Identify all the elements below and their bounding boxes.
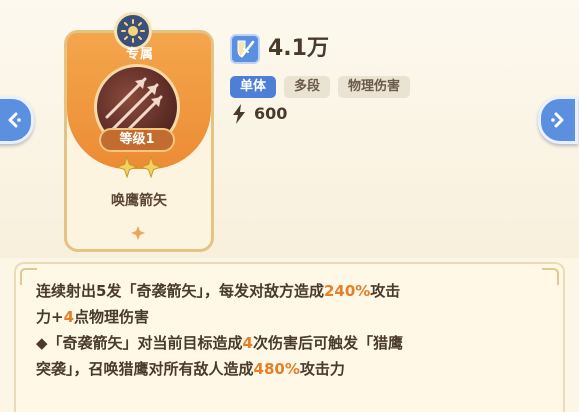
- hit-count: 4: [242, 334, 253, 352]
- description-line-4: 突袭」，召唤猎鹰对所有敌人造成480%攻击力: [36, 360, 345, 378]
- star-icon: [140, 156, 162, 178]
- chevron-right-icon: [551, 112, 564, 128]
- exclusive-label: 专属: [125, 47, 154, 62]
- damage-percent: 240%: [323, 282, 371, 300]
- tag-multi-hit: 多段: [284, 76, 331, 98]
- description-line-2: 力+4点物理伤害: [36, 308, 150, 326]
- tag-single-target: 单体: [230, 76, 277, 98]
- next-skill-button[interactable]: [538, 96, 578, 144]
- star-icon: [116, 156, 138, 178]
- lightning-icon: [233, 104, 245, 124]
- skill-name: 唤鹰箭矢: [111, 193, 167, 209]
- bonus-damage: 4: [63, 308, 75, 326]
- energy-cost: 600: [254, 104, 288, 123]
- skill-tags: 单体 多段 物理伤害: [230, 76, 411, 98]
- description-line-3: ◆「奇袭箭矢」对当前目标造成4次伤害后可触发「猎鹰: [36, 334, 403, 352]
- description-line-1: 连续射出5发「奇袭箭矢」，每发对敌方造成240%攻击: [36, 282, 401, 300]
- sword-shield-icon: [230, 34, 260, 64]
- damage-value: 4.1万: [268, 36, 329, 61]
- skill-description: 连续射出5发「奇袭箭矢」，每发对敌方造成240%攻击 力+4点物理伤害 ◆「奇袭…: [36, 278, 556, 382]
- chevron-left-icon: [8, 112, 21, 128]
- level-badge: 等级1: [99, 128, 175, 152]
- tag-physical-damage: 物理伤害: [338, 76, 411, 98]
- hawk-damage-percent: 480%: [253, 360, 300, 378]
- star-rating: [114, 156, 164, 178]
- diamond-icon: [131, 226, 145, 240]
